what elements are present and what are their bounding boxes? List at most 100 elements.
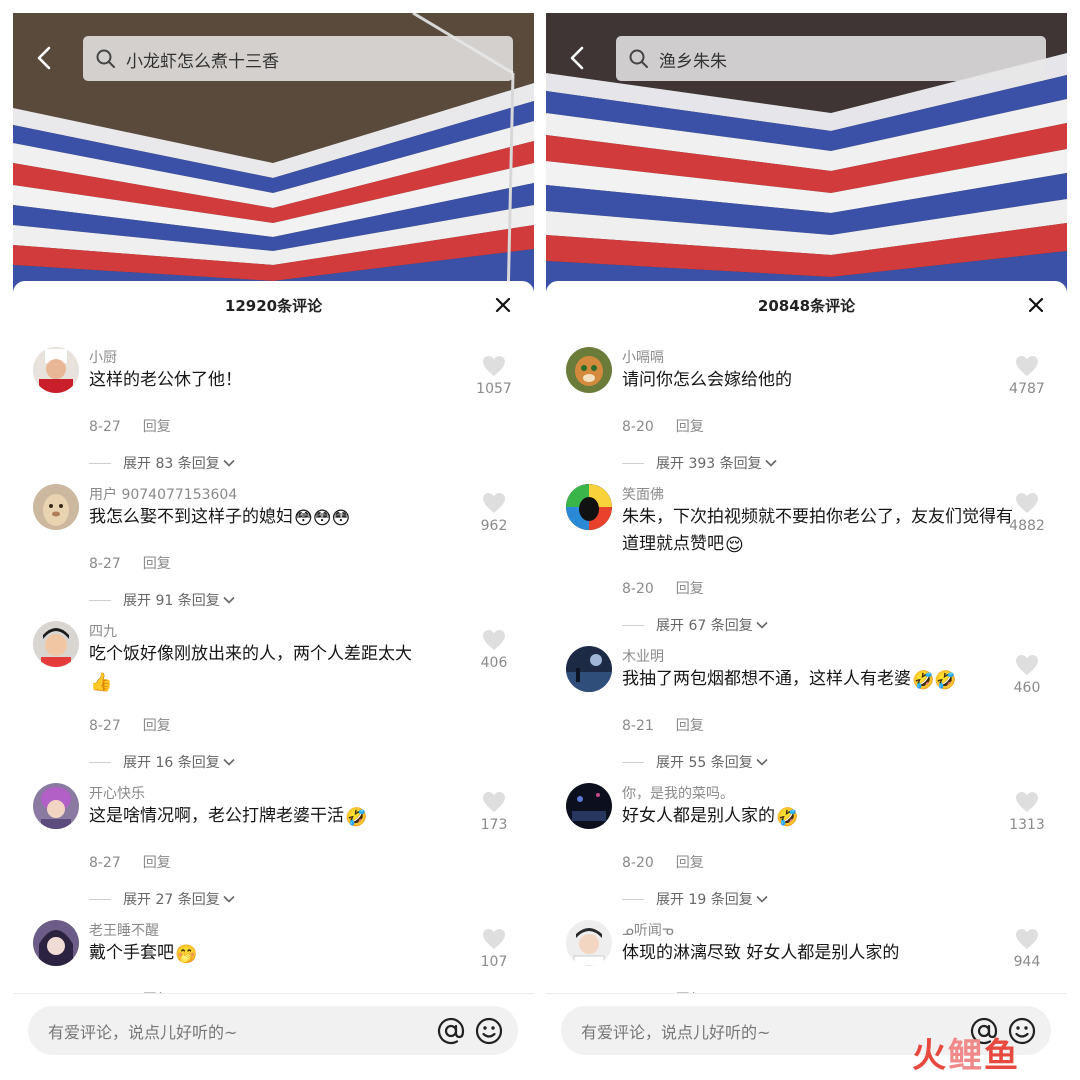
back-icon[interactable] — [31, 44, 59, 72]
like-button[interactable]: 4882 — [997, 492, 1057, 534]
expand-replies[interactable]: 展开 27 条回复 — [89, 889, 235, 909]
like-button[interactable]: 107 — [464, 928, 524, 970]
expand-replies[interactable]: 展开 393 条回复 — [622, 453, 777, 473]
expand-replies[interactable]: 展开 83 条回复 — [89, 453, 235, 473]
comment-meta: 8-27 回复 — [89, 715, 171, 735]
reply-button[interactable]: 回复 — [676, 718, 704, 734]
chevron-down-icon — [756, 895, 768, 903]
reply-button[interactable]: 回复 — [143, 556, 171, 572]
comment-meta: 8-27 回复 — [89, 852, 171, 872]
comment-input[interactable]: 有爱评论，说点儿好听的~ — [28, 1006, 518, 1055]
comment-username[interactable]: 木业明 — [622, 646, 664, 666]
avatar[interactable] — [33, 920, 79, 966]
expand-replies-label: 展开 55 条回复 — [656, 755, 753, 771]
comments-sheet: 12920条评论 小厨 这样的老公休了他！ 8-27 回复 1057 展开 83 … — [13, 281, 534, 1067]
search-bar[interactable]: 小龙虾怎么煮十三香 — [83, 36, 513, 81]
heart-icon — [483, 792, 505, 812]
reply-button[interactable]: 回复 — [143, 855, 171, 871]
comment-text: 吃个饭好像刚放出来的人，两个人差距太大 👍 — [89, 641, 484, 695]
avatar[interactable] — [33, 783, 79, 829]
avatar[interactable] — [566, 347, 612, 393]
like-button[interactable]: 406 — [464, 629, 524, 671]
comment-username[interactable]: 老王睡不醒 — [89, 920, 159, 940]
heart-icon — [1016, 929, 1038, 949]
comment-body: 我抽了两包烟都想不通，这样人有老婆 — [622, 669, 911, 689]
close-icon[interactable] — [1025, 294, 1047, 316]
chevron-down-icon — [223, 758, 235, 766]
chevron-down-icon — [765, 459, 777, 467]
expand-replies[interactable]: 展开 67 条回复 — [622, 615, 768, 635]
like-button[interactable]: 173 — [464, 791, 524, 833]
reply-button[interactable]: 回复 — [676, 419, 704, 435]
chevron-down-icon — [756, 758, 768, 766]
watermark-char: 火 — [912, 1036, 948, 1076]
expand-replies[interactable]: 展开 16 条回复 — [89, 752, 235, 772]
comment-date: 8-20 — [622, 581, 654, 597]
comment-username[interactable]: 你，是我的菜吗。 — [622, 783, 734, 803]
emoji-picker-icon[interactable] — [474, 1016, 504, 1046]
heart-icon — [483, 493, 505, 513]
comment-username[interactable]: 四九 — [89, 621, 117, 641]
avatar[interactable] — [33, 347, 79, 393]
emoji: 🤣 — [776, 807, 799, 828]
search-icon — [95, 48, 117, 70]
comment-username[interactable]: 笑面佛 — [622, 484, 664, 504]
like-button[interactable]: 944 — [997, 928, 1057, 970]
avatar[interactable] — [33, 484, 79, 530]
avatar[interactable] — [566, 783, 612, 829]
like-count: 1313 — [1009, 817, 1045, 833]
comment-body: 朱朱，下次拍视频就不要拍你老公了，友友们觉得有道理就点赞吧 — [622, 507, 1013, 554]
comment-count-title: 20848条评论 — [757, 297, 856, 315]
comment-meta: 8-20 回复 — [622, 852, 704, 872]
heart-icon — [1016, 792, 1038, 812]
comment-text: 我怎么娶不到这样子的媳妇😳😳😳 — [89, 504, 484, 531]
search-bar[interactable]: 渔乡朱朱 — [616, 36, 1046, 81]
expand-replies-label: 展开 83 条回复 — [123, 456, 220, 472]
comment-body: 戴个手套吧 — [89, 943, 174, 963]
emoji: 👍 — [90, 672, 113, 693]
expand-line — [89, 761, 111, 763]
chevron-down-icon — [223, 895, 235, 903]
like-button[interactable]: 4787 — [997, 355, 1057, 397]
reply-button[interactable]: 回复 — [143, 419, 171, 435]
heart-icon — [483, 929, 505, 949]
like-button[interactable]: 1057 — [464, 355, 524, 397]
top-bar: 渔乡朱朱 — [546, 36, 1067, 81]
comment-body: 这样的老公休了他！ — [89, 370, 242, 390]
comment-username[interactable]: 小厨 — [89, 347, 117, 367]
comment-input-bar: 有爱评论，说点儿好听的~ — [13, 993, 534, 1067]
comment-date: 8-27 — [89, 718, 121, 734]
avatar[interactable] — [566, 484, 612, 530]
avatar[interactable] — [566, 646, 612, 692]
expand-line — [622, 898, 644, 900]
close-icon[interactable] — [492, 294, 514, 316]
avatar[interactable] — [566, 920, 612, 966]
at-mention-icon[interactable] — [436, 1016, 466, 1046]
emoji: 🤭 — [175, 944, 198, 965]
comment-username[interactable]: 用户 9074077153604 — [89, 484, 237, 504]
expand-line — [622, 462, 644, 464]
reply-button[interactable]: 回复 — [676, 855, 704, 871]
comment-body: 吃个饭好像刚放出来的人，两个人差距太大 — [89, 644, 412, 664]
reply-button[interactable]: 回复 — [143, 718, 171, 734]
comment-username[interactable]: 小嗝嗝 — [622, 347, 664, 367]
back-icon[interactable] — [564, 44, 592, 72]
comment-username[interactable]: 开心快乐 — [89, 783, 145, 803]
comment-count-title: 12920条评论 — [224, 297, 323, 315]
like-button[interactable]: 1313 — [997, 791, 1057, 833]
expand-replies[interactable]: 展开 19 条回复 — [622, 889, 768, 909]
watermark-char: 鲤 — [948, 1036, 984, 1076]
like-button[interactable]: 962 — [464, 492, 524, 534]
comment-body: 我怎么娶不到这样子的媳妇 — [89, 507, 293, 527]
comment-username[interactable]: ᓄ听闻ᓀ — [622, 920, 674, 940]
like-button[interactable]: 460 — [997, 654, 1057, 696]
expand-replies[interactable]: 展开 91 条回复 — [89, 590, 235, 610]
reply-button[interactable]: 回复 — [676, 581, 704, 597]
comment-panel-right: 渔乡朱朱 20848条评论 小嗝嗝 请问你怎么会嫁给他的 8-20 回复 4787… — [546, 13, 1067, 1067]
avatar[interactable] — [33, 621, 79, 667]
comment-text: 我抽了两包烟都想不通，这样人有老婆🤣🤣 — [622, 666, 1017, 693]
expand-replies[interactable]: 展开 55 条回复 — [622, 752, 768, 772]
expand-replies-label: 展开 19 条回复 — [656, 892, 753, 908]
comment-text: 体现的淋漓尽致 好女人都是别人家的 — [622, 940, 1017, 967]
like-count: 107 — [480, 954, 508, 970]
